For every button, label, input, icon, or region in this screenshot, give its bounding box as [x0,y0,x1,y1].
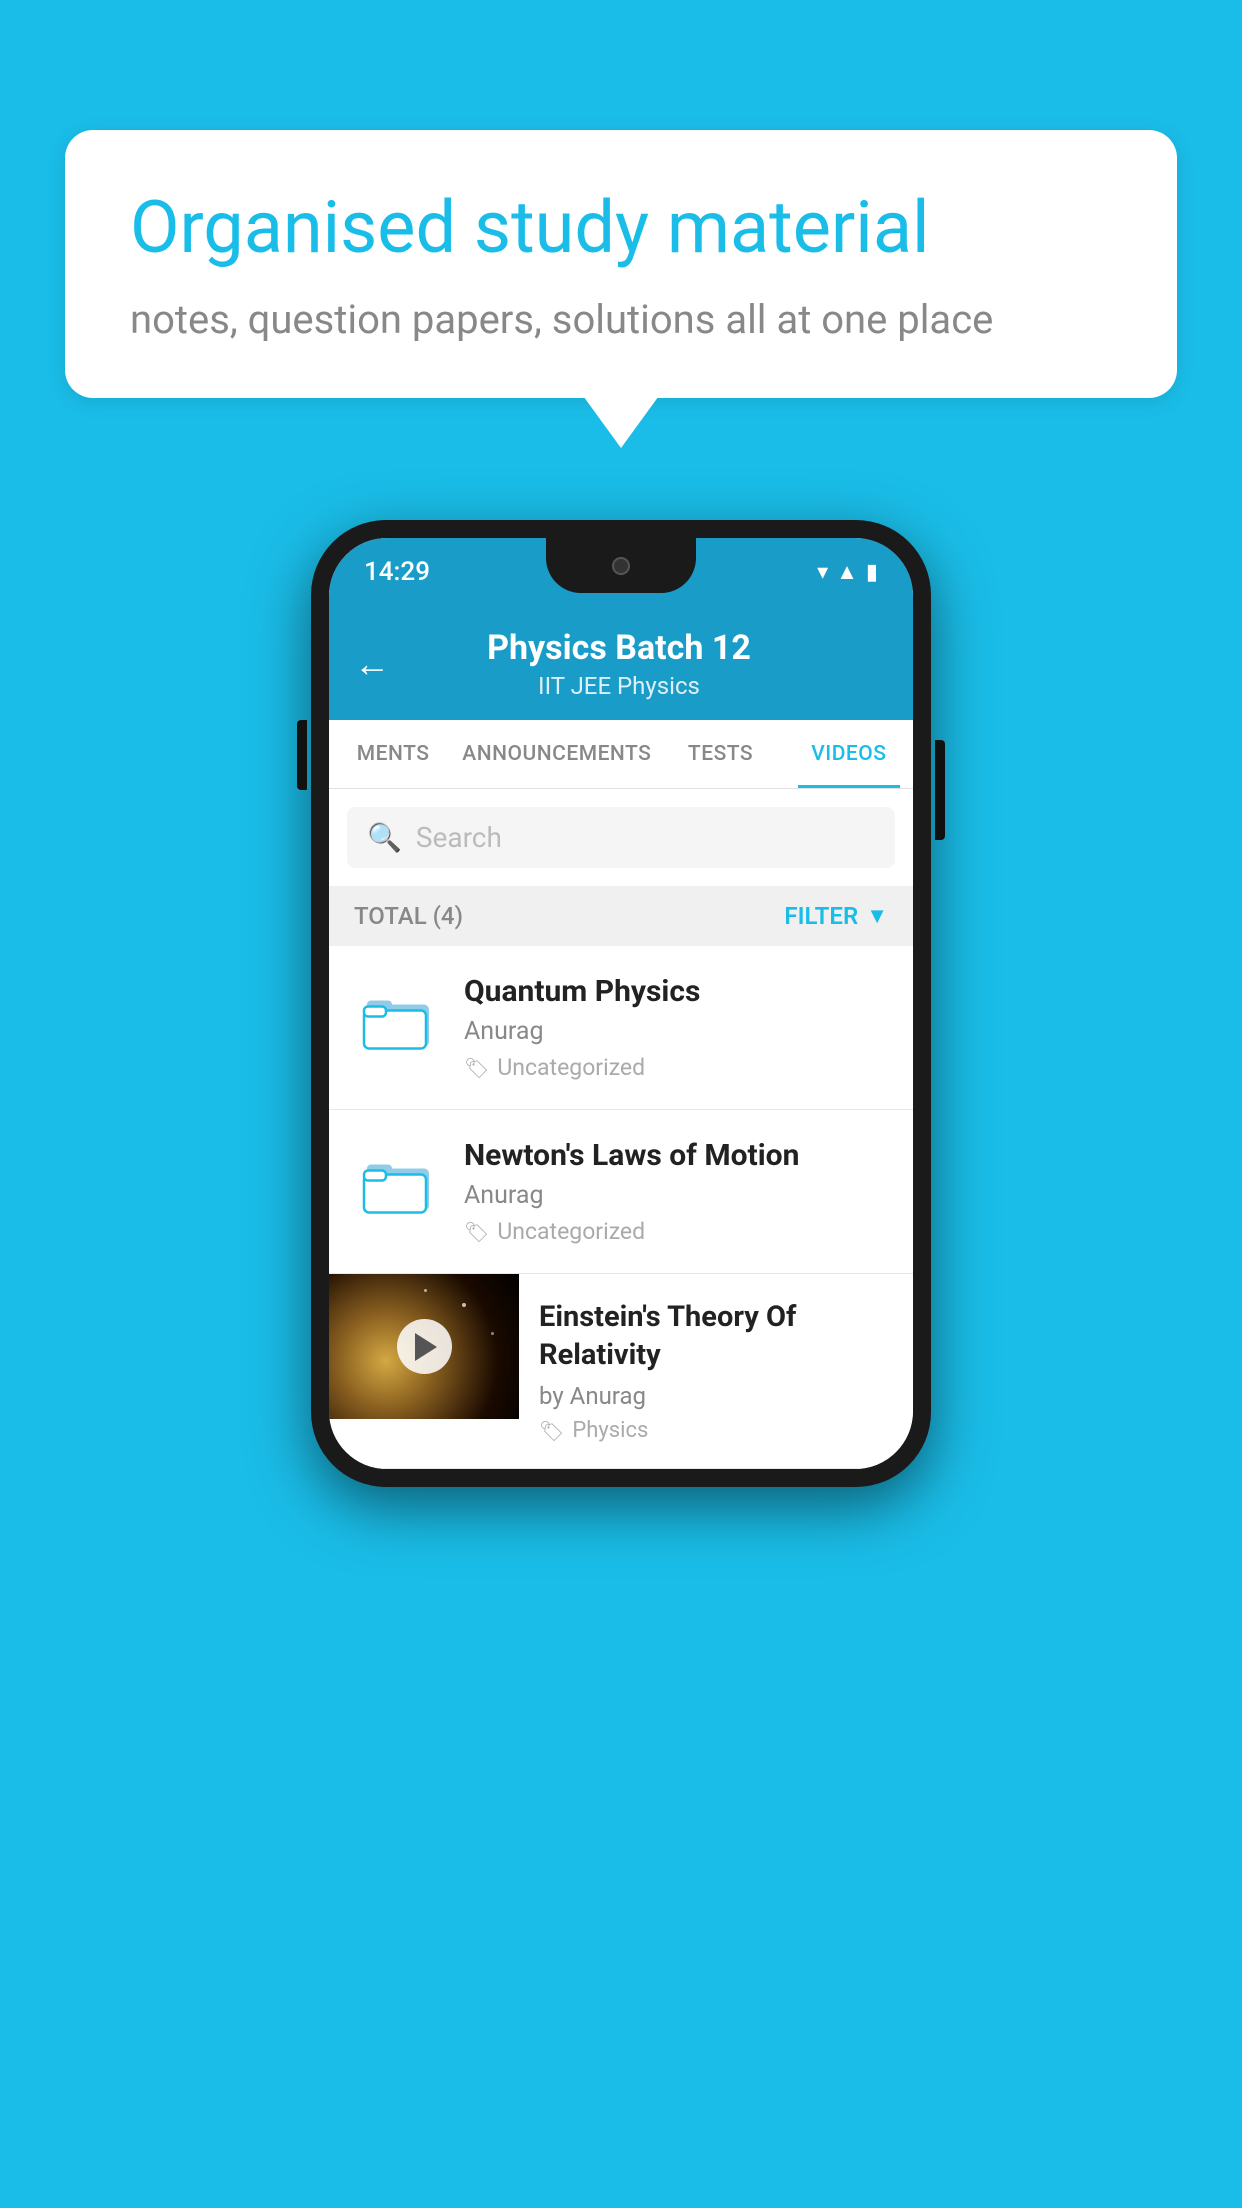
list-item[interactable]: Quantum Physics Anurag 🏷 Uncategorized [329,946,913,1110]
phone-outer: 14:29 ▾ ▲ ▮ ← Physics Batch 12 IIT JEE P… [311,520,931,1487]
tab-announcements[interactable]: ANNOUNCEMENTS [457,720,656,788]
speech-bubble: Organised study material notes, question… [65,130,1177,398]
speech-bubble-title: Organised study material [130,185,1112,271]
tab-videos[interactable]: VIDEOS [785,720,913,788]
back-button[interactable]: ← [354,643,390,685]
search-placeholder: Search [416,821,502,854]
video-author-3: by Anurag [539,1382,893,1410]
speech-bubble-container: Organised study material notes, question… [65,130,1177,398]
status-icons: ▾ ▲ ▮ [817,559,878,585]
video-list: Quantum Physics Anurag 🏷 Uncategorized [329,946,913,1469]
list-item[interactable]: Einstein's Theory Of Relativity by Anura… [329,1274,913,1469]
header-info: Physics Batch 12 IIT JEE Physics [410,628,828,700]
phone-mockup: 14:29 ▾ ▲ ▮ ← Physics Batch 12 IIT JEE P… [311,520,931,1487]
play-button[interactable] [397,1319,452,1374]
video-tag-3: 🏷 Physics [539,1418,893,1443]
tab-ments[interactable]: MENTS [329,720,457,788]
tag-label-1: Uncategorized [497,1054,645,1081]
video-tag-1: 🏷 Uncategorized [464,1054,888,1081]
header-subtitle: IIT JEE Physics [410,672,828,700]
video-info-3: Einstein's Theory Of Relativity by Anura… [519,1274,913,1468]
video-title-3: Einstein's Theory Of Relativity [539,1299,893,1374]
phone-screen: 14:29 ▾ ▲ ▮ ← Physics Batch 12 IIT JEE P… [329,538,913,1469]
video-author-2: Anurag [464,1181,888,1210]
video-title-2: Newton's Laws of Motion [464,1138,888,1173]
header-title: Physics Batch 12 [410,628,828,668]
tag-icon-3: 🏷 [539,1419,564,1443]
total-count: TOTAL (4) [354,902,463,930]
filter-button[interactable]: FILTER ▼ [784,902,888,930]
folder-icon-2 [354,1138,444,1228]
video-author-1: Anurag [464,1017,888,1046]
video-info-2: Newton's Laws of Motion Anurag 🏷 Uncateg… [464,1138,888,1245]
notch [546,538,696,593]
filter-icon: ▼ [866,903,888,929]
speech-bubble-subtitle: notes, question papers, solutions all at… [130,296,1112,343]
filter-row: TOTAL (4) FILTER ▼ [329,886,913,946]
video-title-1: Quantum Physics [464,974,888,1009]
wifi-icon: ▾ [817,560,828,585]
search-bar[interactable]: 🔍 Search [347,807,895,868]
signal-icon: ▲ [836,559,858,585]
app-header: ← Physics Batch 12 IIT JEE Physics [329,606,913,720]
tag-icon-1: 🏷 [464,1056,489,1080]
video-tag-2: 🏷 Uncategorized [464,1218,888,1245]
camera-dot [612,557,630,575]
status-time: 14:29 [364,557,430,587]
tag-icon-2: 🏷 [464,1220,489,1244]
folder-icon-1 [354,974,444,1064]
filter-label: FILTER [784,902,858,930]
battery-icon: ▮ [866,560,878,585]
list-item[interactable]: Newton's Laws of Motion Anurag 🏷 Uncateg… [329,1110,913,1274]
search-icon: 🔍 [367,821,402,854]
tag-label-3: Physics [572,1418,648,1443]
status-bar: 14:29 ▾ ▲ ▮ [329,538,913,606]
tabs-bar: MENTS ANNOUNCEMENTS TESTS VIDEOS [329,720,913,789]
video-info-1: Quantum Physics Anurag 🏷 Uncategorized [464,974,888,1081]
video-thumbnail [329,1274,519,1419]
tag-label-2: Uncategorized [497,1218,645,1245]
play-icon [415,1333,437,1361]
tab-tests[interactable]: TESTS [656,720,784,788]
